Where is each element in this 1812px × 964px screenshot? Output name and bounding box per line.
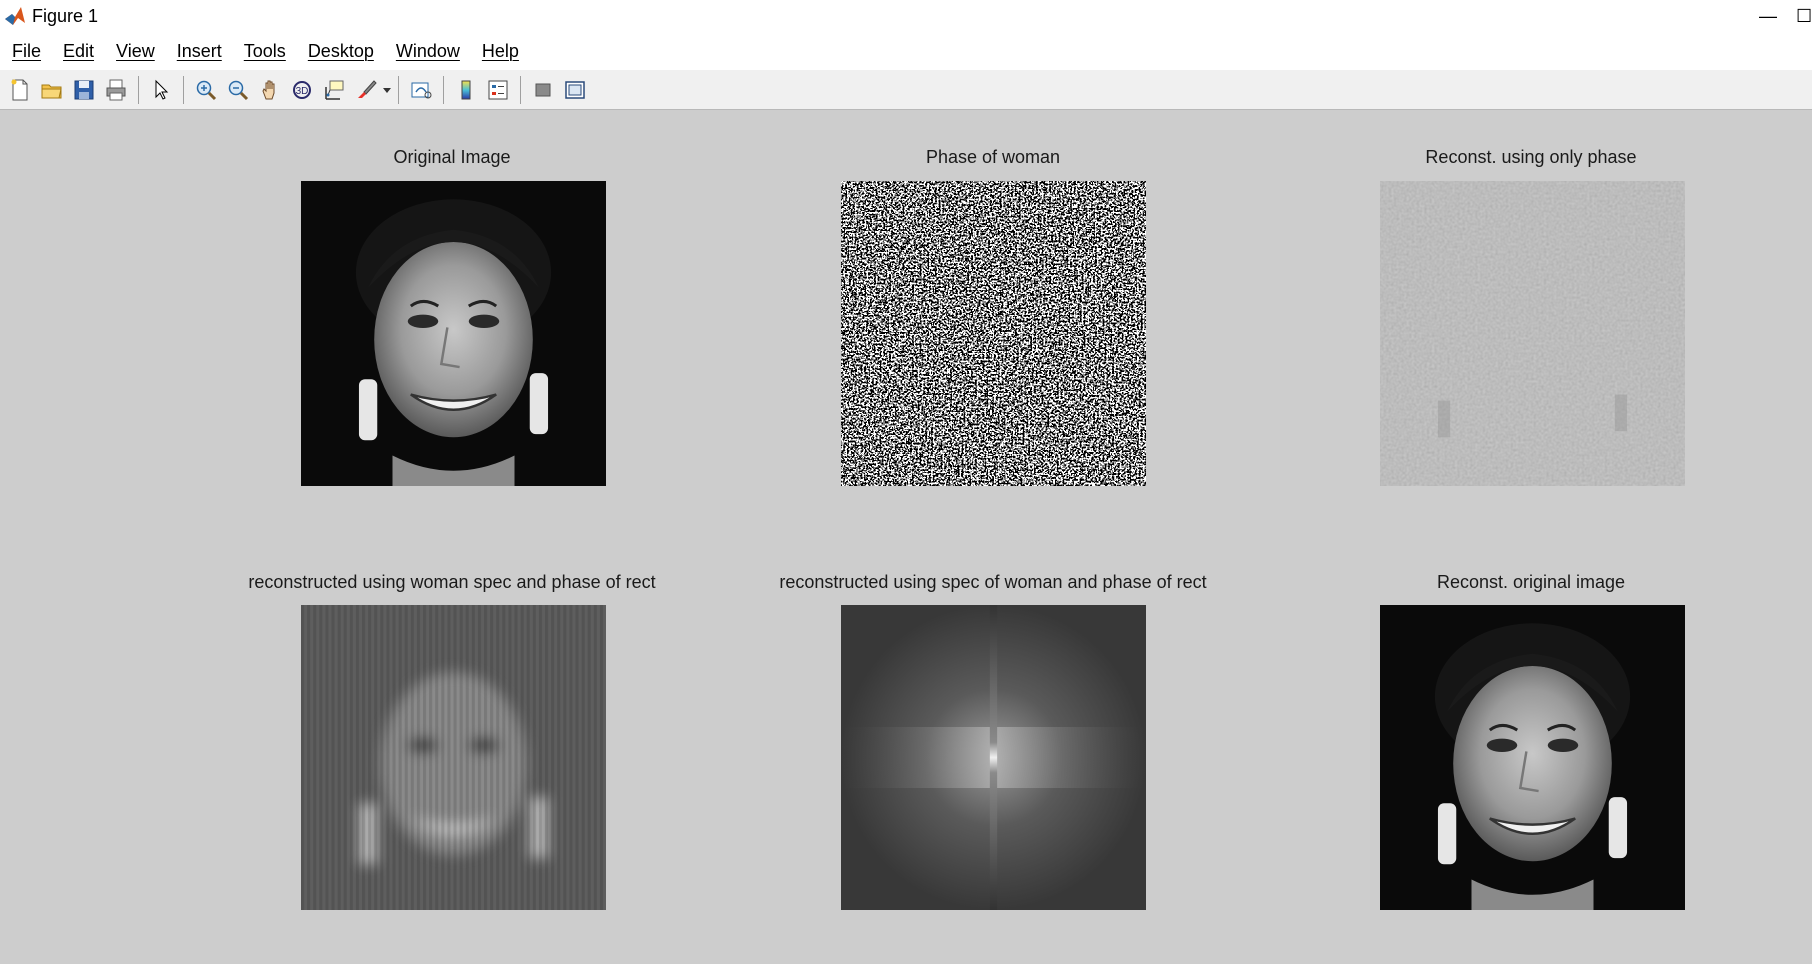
figure-canvas: Original Image Phase of woman Reconst. u…	[0, 111, 1812, 964]
brush-button[interactable]	[350, 74, 382, 106]
svg-text:3D: 3D	[296, 86, 309, 97]
chevron-down-icon	[383, 87, 391, 93]
figure-window: Figure 1 — ☐ File Edit View Insert Tools…	[0, 0, 1812, 964]
save-icon	[74, 80, 94, 99]
menu-tools[interactable]: Tools	[233, 41, 297, 62]
subplot-title-original-image: Original Image	[393, 147, 511, 167]
menu-help[interactable]: Help	[471, 41, 530, 62]
reconst-spec-woman-rect-phase-image	[841, 605, 1146, 910]
matlab-icon	[5, 7, 25, 25]
menu-bar: File Edit View Insert Tools Desktop Wind…	[0, 32, 1812, 71]
menu-file[interactable]: File	[0, 41, 52, 62]
pointer-button[interactable]	[145, 74, 177, 106]
figure-toolbar: 3D	[0, 70, 1812, 110]
minimize-button[interactable]: —	[1740, 0, 1796, 32]
menu-window[interactable]: Window	[385, 41, 471, 62]
toolbar-separator	[183, 75, 184, 104]
new-figure-button[interactable]	[4, 74, 36, 106]
zoom-in-icon	[196, 80, 217, 100]
subplot-title-reconst-woman-spec-rect-phase: reconstructed using woman spec and phase…	[248, 572, 656, 592]
maximize-button[interactable]: ☐	[1796, 0, 1812, 32]
zoom-out-button[interactable]	[222, 74, 254, 106]
phase-of-woman-image	[841, 181, 1146, 486]
toolbar-separator	[443, 75, 444, 104]
subplot-title-reconst-original-image: Reconst. original image	[1436, 572, 1626, 592]
subplot-title-reconst-only-phase: Reconst. using only phase	[1425, 147, 1637, 167]
data-cursor-icon	[325, 80, 344, 100]
title-bar: Figure 1 — ☐	[0, 0, 1812, 32]
colorbar-button[interactable]	[450, 74, 482, 106]
legend-button[interactable]	[482, 74, 514, 106]
open-file-button[interactable]	[36, 74, 68, 106]
new-figure-icon	[11, 79, 28, 100]
show-plot-tools-button[interactable]	[559, 74, 591, 106]
hide-plot-tools-button[interactable]	[527, 74, 559, 106]
toolbar-separator	[398, 75, 399, 104]
print-icon	[106, 79, 126, 100]
save-button[interactable]	[68, 74, 100, 106]
reconst-original-image	[1380, 605, 1685, 910]
menu-view[interactable]: View	[105, 41, 166, 62]
link-plot-button[interactable]	[405, 74, 437, 106]
menu-edit[interactable]: Edit	[52, 41, 105, 62]
colorbar-icon	[461, 80, 471, 99]
pan-icon	[262, 80, 275, 99]
rotate-3d-icon: 3D	[293, 80, 311, 99]
subplot-title-phase-of-woman: Phase of woman	[925, 147, 1061, 167]
toolbar-separator	[520, 75, 521, 104]
original-image	[301, 181, 606, 486]
reconst-woman-spec-rect-phase-image	[301, 605, 606, 910]
legend-icon	[488, 80, 508, 99]
brush-dropdown[interactable]	[382, 74, 392, 106]
zoom-out-icon	[228, 80, 249, 100]
toolbar-separator	[138, 75, 139, 104]
window-title: Figure 1	[32, 5, 99, 26]
menu-insert[interactable]: Insert	[166, 41, 233, 62]
rotate-3d-button[interactable]: 3D	[286, 74, 318, 106]
open-file-icon	[41, 84, 62, 98]
pan-button[interactable]	[254, 74, 286, 106]
link-plot-icon	[411, 82, 432, 98]
print-button[interactable]	[100, 74, 132, 106]
hide-plot-tools-icon	[535, 83, 551, 96]
subplot-title-reconst-spec-woman-rect-phase: reconstructed using spec of woman and ph…	[779, 572, 1207, 592]
pointer-icon	[155, 79, 169, 100]
reconst-only-phase-image	[1380, 181, 1685, 486]
show-plot-tools-icon	[565, 80, 585, 99]
brush-icon	[358, 79, 377, 98]
menu-desktop[interactable]: Desktop	[297, 41, 385, 62]
zoom-in-button[interactable]	[190, 74, 222, 106]
data-cursor-button[interactable]	[318, 74, 350, 106]
